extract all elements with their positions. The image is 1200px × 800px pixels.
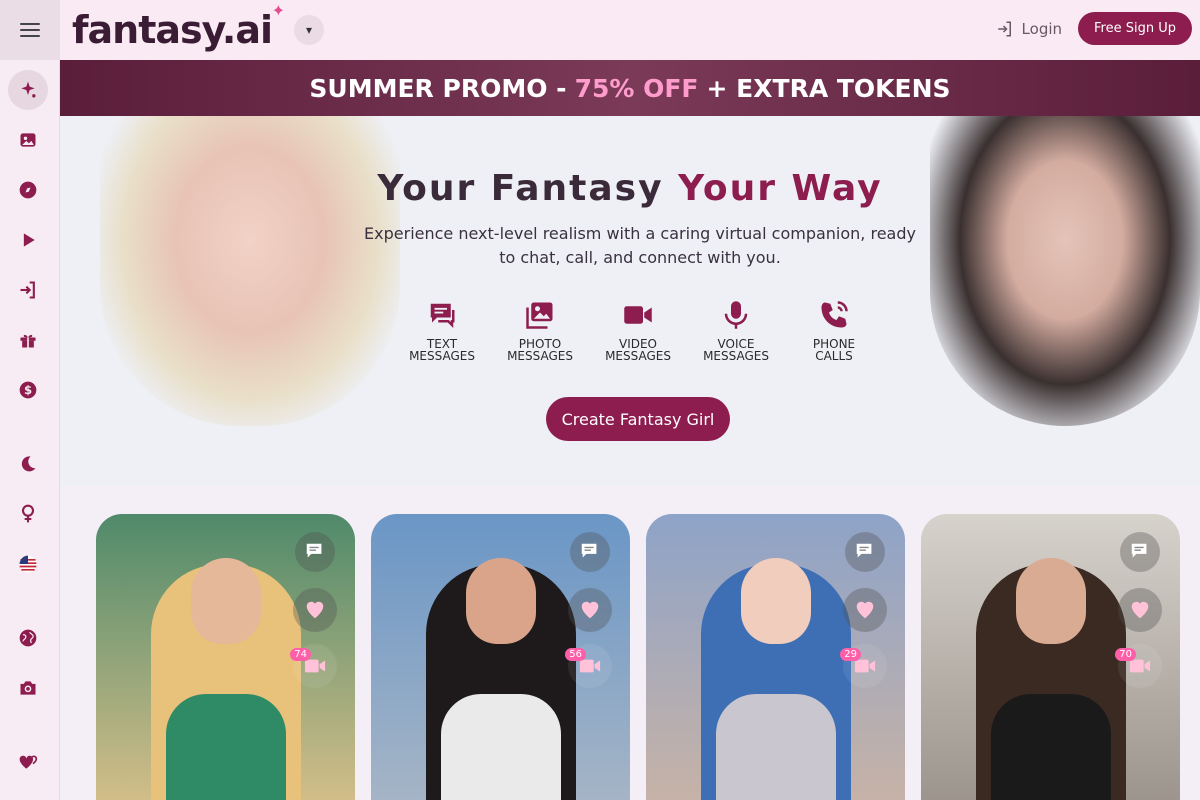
video-count-badge: 56: [565, 648, 586, 661]
sidebar-item-theme[interactable]: [8, 444, 48, 484]
sidebar-item-gifts[interactable]: [8, 320, 48, 360]
heart-icon[interactable]: [843, 588, 887, 632]
logo[interactable]: fantasy.ai ✦: [72, 3, 285, 52]
chat-icon[interactable]: [570, 532, 610, 572]
sidebar-item-camera[interactable]: [8, 668, 48, 708]
login-icon: [997, 21, 1011, 36]
chevron-down-icon[interactable]: ▾: [294, 15, 325, 45]
hero-portrait-right: [930, 116, 1200, 426]
image-icon: [20, 133, 36, 147]
character-outfit: [165, 694, 286, 800]
sidebar-item-region[interactable]: [8, 618, 48, 658]
sidebar-item-favorites[interactable]: [8, 742, 48, 782]
hero-subtitle: Experience next-level realism with a car…: [364, 224, 916, 267]
feature-photo-messages: PHOTO MESSAGES: [507, 300, 573, 363]
promo-banner[interactable]: SUMMER PROMO - 75% OFF + EXTRA TOKENS: [60, 60, 1200, 116]
login-link[interactable]: Login: [996, 20, 1062, 38]
sidebar-item-generate[interactable]: [8, 70, 48, 110]
character-face: [465, 558, 536, 644]
character-card[interactable]: 70: [921, 514, 1180, 800]
moon-icon: [21, 456, 36, 472]
sparkle-icon: [21, 81, 36, 98]
hero-title-part1: Your Fantasy: [377, 168, 664, 209]
hero-section: Your Fantasy Your Way Experience next-le…: [60, 116, 1200, 486]
video-count-badge: 74: [290, 648, 311, 661]
character-face: [740, 558, 811, 644]
chat-icon[interactable]: [295, 532, 335, 572]
sidebar-item-language[interactable]: [8, 544, 48, 584]
heart-icon[interactable]: [293, 588, 337, 632]
phone-icon: [821, 301, 848, 328]
menu-button[interactable]: [0, 0, 60, 60]
video-count-badge: 29: [840, 648, 861, 661]
character-face: [1015, 558, 1086, 644]
login-icon: [20, 281, 35, 299]
feature-voice-messages: VOICE MESSAGES: [703, 300, 769, 363]
play-icon: [23, 233, 35, 247]
sidebar-item-pricing[interactable]: $: [8, 370, 48, 410]
us-flag-icon: [19, 555, 37, 573]
feature-label-line2: MESSAGES: [703, 349, 769, 363]
hearts-icon: [19, 755, 38, 769]
chat-icon: [430, 303, 455, 329]
feature-label-line2: MESSAGES: [605, 349, 671, 363]
feature-label-line2: CALLS: [815, 349, 853, 363]
logo-text: fantasy.ai: [72, 8, 273, 52]
character-card[interactable]: 56: [371, 514, 630, 800]
create-fantasy-girl-button[interactable]: Create Fantasy Girl: [546, 397, 730, 441]
video-icon: [624, 306, 652, 324]
top-header: fantasy.ai ✦ ▾ Login Free Sign Up: [0, 0, 1200, 60]
feature-list: TEXT MESSAGES PHOTO MESSAGES VIDEO MESSA…: [409, 300, 866, 363]
promo-highlight: 75% OFF: [574, 73, 699, 103]
login-label: Login: [1021, 19, 1063, 38]
hamburger-icon: [20, 23, 40, 37]
heart-icon[interactable]: [568, 588, 612, 632]
sidebar-item-gender[interactable]: [8, 494, 48, 534]
sparkle-icon: ✦: [271, 1, 285, 20]
character-card[interactable]: 29: [646, 514, 905, 800]
globe-icon: [19, 629, 37, 647]
character-outfit: [440, 694, 561, 800]
sidebar-item-explore[interactable]: [8, 170, 48, 210]
hero-title: Your Fantasy Your Way: [60, 168, 1200, 209]
heart-icon[interactable]: [1118, 588, 1162, 632]
hero-portrait-left: [100, 116, 400, 426]
character-face: [190, 558, 261, 644]
feature-label-line2: MESSAGES: [409, 349, 475, 363]
chat-icon[interactable]: [845, 532, 885, 572]
sidebar-item-videos[interactable]: [8, 220, 48, 260]
female-icon: [21, 504, 35, 523]
promo-text-2: + EXTRA TOKENS: [706, 73, 951, 103]
sidebar-item-gallery[interactable]: [8, 120, 48, 160]
mic-icon: [724, 301, 748, 329]
free-signup-button[interactable]: Free Sign Up: [1078, 12, 1192, 45]
video-count-badge: 70: [1115, 648, 1136, 661]
photo-icon: [526, 302, 553, 329]
svg-text:$: $: [24, 383, 32, 397]
sidebar-item-login[interactable]: [8, 270, 48, 310]
character-card[interactable]: 74: [96, 514, 355, 800]
hero-title-part2: Your Way: [678, 168, 883, 209]
feature-phone-calls: PHONE CALLS: [802, 300, 866, 362]
feature-text-messages: TEXT MESSAGES: [409, 300, 475, 363]
chat-icon[interactable]: [1120, 532, 1160, 572]
compass-icon: [19, 181, 37, 199]
feature-video-messages: VIDEO MESSAGES: [605, 300, 671, 363]
character-cards: 74 56 29 70: [96, 514, 1180, 800]
feature-label-line2: MESSAGES: [507, 349, 573, 363]
character-outfit: [715, 694, 836, 800]
gift-icon: [20, 334, 36, 348]
promo-text-1: SUMMER PROMO -: [309, 73, 567, 103]
dollar-icon: $: [19, 381, 37, 399]
sidebar: $: [0, 60, 60, 800]
camera-icon: [20, 681, 36, 695]
character-outfit: [990, 694, 1111, 800]
